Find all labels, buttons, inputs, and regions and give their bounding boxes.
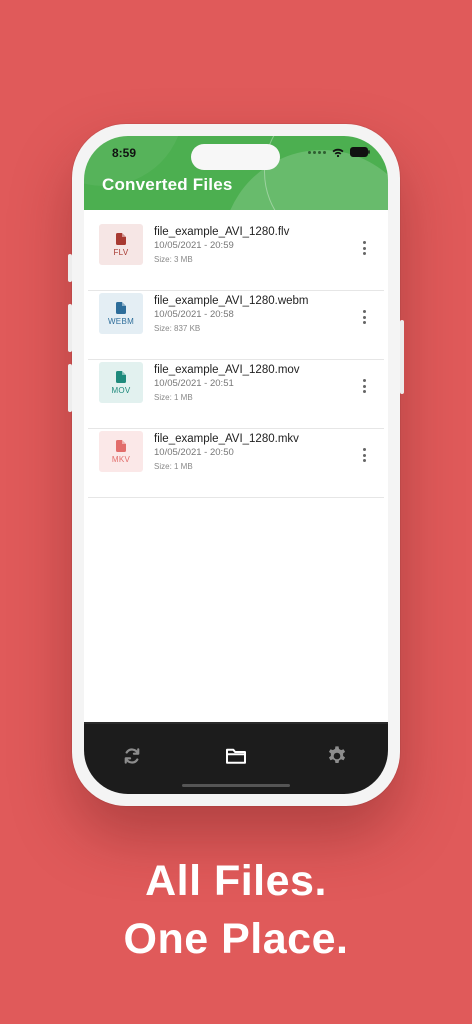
tab-convert[interactable] bbox=[120, 744, 144, 768]
page-title: Converted Files bbox=[102, 175, 233, 194]
gear-icon bbox=[328, 746, 346, 764]
more-options-icon[interactable] bbox=[358, 239, 370, 257]
wifi-icon bbox=[332, 148, 344, 157]
file-row-mov[interactable]: MOV file_example_AVI_1280.mov 10/05/2021… bbox=[88, 360, 384, 429]
file-type-badge: MOV bbox=[99, 362, 143, 403]
file-row-webm[interactable]: WEBM file_example_AVI_1280.webm 10/05/20… bbox=[88, 291, 384, 360]
file-date: 10/05/2021 - 20:51 bbox=[154, 378, 234, 389]
file-name: file_example_AVI_1280.mkv bbox=[154, 433, 299, 445]
file-type-badge: FLV bbox=[99, 224, 143, 265]
file-extension-label: MOV bbox=[111, 385, 131, 395]
file-size: Size: 837 KB bbox=[154, 324, 201, 333]
file-icon bbox=[116, 439, 126, 452]
more-options-icon[interactable] bbox=[358, 377, 370, 395]
file-icon bbox=[116, 370, 126, 383]
file-icon bbox=[116, 232, 126, 245]
more-options-icon[interactable] bbox=[358, 446, 370, 464]
file-extension-label: WEBM bbox=[107, 316, 135, 326]
phone-frame: 8:59 Converted Files FLV file_example_AV… bbox=[68, 124, 404, 806]
file-date: 10/05/2021 - 20:50 bbox=[154, 447, 234, 458]
status-icons bbox=[308, 147, 370, 157]
tab-files[interactable] bbox=[224, 744, 248, 768]
app-header: 8:59 Converted Files bbox=[84, 136, 388, 210]
tagline-line-1: All Files. bbox=[145, 857, 327, 905]
refresh-icon bbox=[124, 748, 140, 764]
file-date: 10/05/2021 - 20:59 bbox=[154, 240, 234, 251]
file-date: 10/05/2021 - 20:58 bbox=[154, 309, 234, 320]
file-row-mkv[interactable]: MKV file_example_AVI_1280.mkv 10/05/2021… bbox=[88, 429, 384, 498]
file-extension-label: MKV bbox=[111, 454, 131, 464]
folder-icon bbox=[226, 748, 246, 764]
file-extension-label: FLV bbox=[113, 247, 129, 257]
volume-up-button bbox=[68, 304, 72, 352]
promo-tagline: All Files. One Place. bbox=[0, 852, 472, 968]
file-size: Size: 1 MB bbox=[154, 462, 193, 471]
file-name: file_example_AVI_1280.mov bbox=[154, 364, 300, 376]
power-button bbox=[400, 320, 404, 394]
home-indicator bbox=[182, 784, 290, 787]
app-screen: 8:59 Converted Files FLV file_example_AV… bbox=[84, 136, 388, 794]
file-size: Size: 1 MB bbox=[154, 393, 193, 402]
signal-icon bbox=[308, 150, 326, 154]
more-options-icon[interactable] bbox=[358, 308, 370, 326]
file-name: file_example_AVI_1280.flv bbox=[154, 226, 290, 238]
status-time: 8:59 bbox=[112, 146, 137, 160]
volume-down-button bbox=[68, 364, 72, 412]
file-size: Size: 3 MB bbox=[154, 255, 193, 264]
file-type-badge: WEBM bbox=[99, 293, 143, 334]
file-row-flv[interactable]: FLV file_example_AVI_1280.flv 10/05/2021… bbox=[88, 222, 384, 291]
file-icon bbox=[116, 301, 126, 314]
file-list: FLV file_example_AVI_1280.flv 10/05/2021… bbox=[88, 222, 384, 498]
file-type-badge: MKV bbox=[99, 431, 143, 472]
tab-settings[interactable] bbox=[325, 744, 349, 768]
mute-switch bbox=[68, 254, 72, 282]
file-name: file_example_AVI_1280.webm bbox=[154, 295, 309, 307]
dynamic-island bbox=[191, 144, 280, 170]
battery-icon bbox=[350, 147, 370, 157]
tagline-line-2: One Place. bbox=[123, 915, 349, 963]
